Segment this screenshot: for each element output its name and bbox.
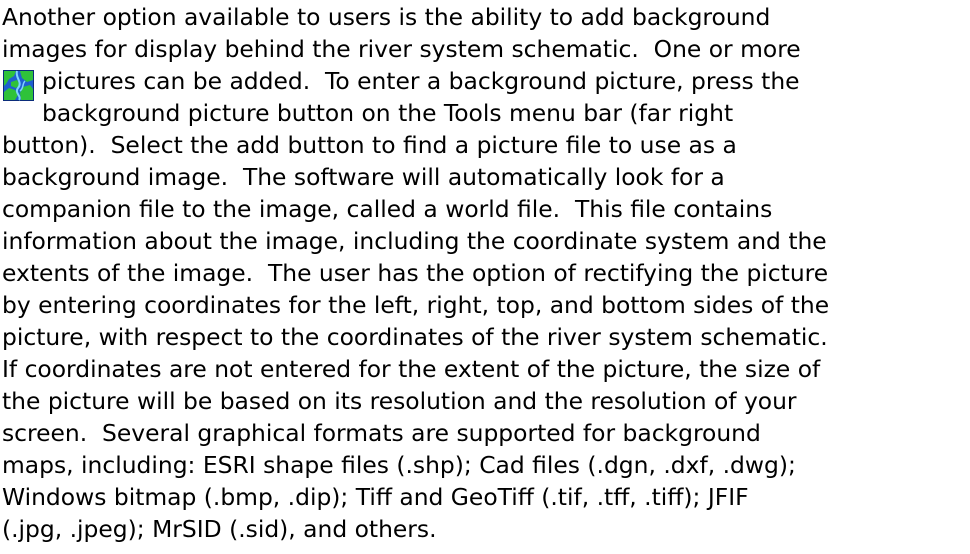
paragraph-line: pictures can be added. To enter a backgr… [42, 67, 800, 95]
background-picture-icon [3, 70, 34, 101]
paragraph-line: If coordinates are not entered for the e… [2, 355, 821, 383]
paragraph-line: background picture button on the Tools m… [42, 99, 734, 127]
paragraph-line: by entering coordinates for the left, ri… [2, 291, 830, 319]
paragraph-line: background image. The software will auto… [2, 163, 725, 191]
paragraph-line: extents of the image. The user has the o… [2, 259, 829, 287]
paragraph-line: the picture will be based on its resolut… [2, 387, 797, 415]
paragraph-line: companion file to the image, called a wo… [2, 195, 773, 223]
paragraph-line: maps, including: ESRI shape files (.shp)… [2, 451, 796, 479]
paragraph-line: screen. Several graphical formats are su… [2, 419, 761, 447]
paragraph-line: images for display behind the river syst… [2, 35, 801, 63]
document-page: Another option available to users is the… [0, 0, 970, 554]
paragraph-line: information about the image, including t… [2, 227, 827, 255]
paragraph-line: Windows bitmap (.bmp, .dip); Tiff and Ge… [2, 483, 749, 511]
paragraph-line: button). Select the add button to find a… [2, 131, 737, 159]
paragraph-line: (.jpg, .jpeg); MrSID (.sid), and others. [2, 515, 437, 543]
paragraph-line: Another option available to users is the… [2, 3, 771, 31]
paragraph-line: picture, with respect to the coordinates… [2, 323, 828, 351]
